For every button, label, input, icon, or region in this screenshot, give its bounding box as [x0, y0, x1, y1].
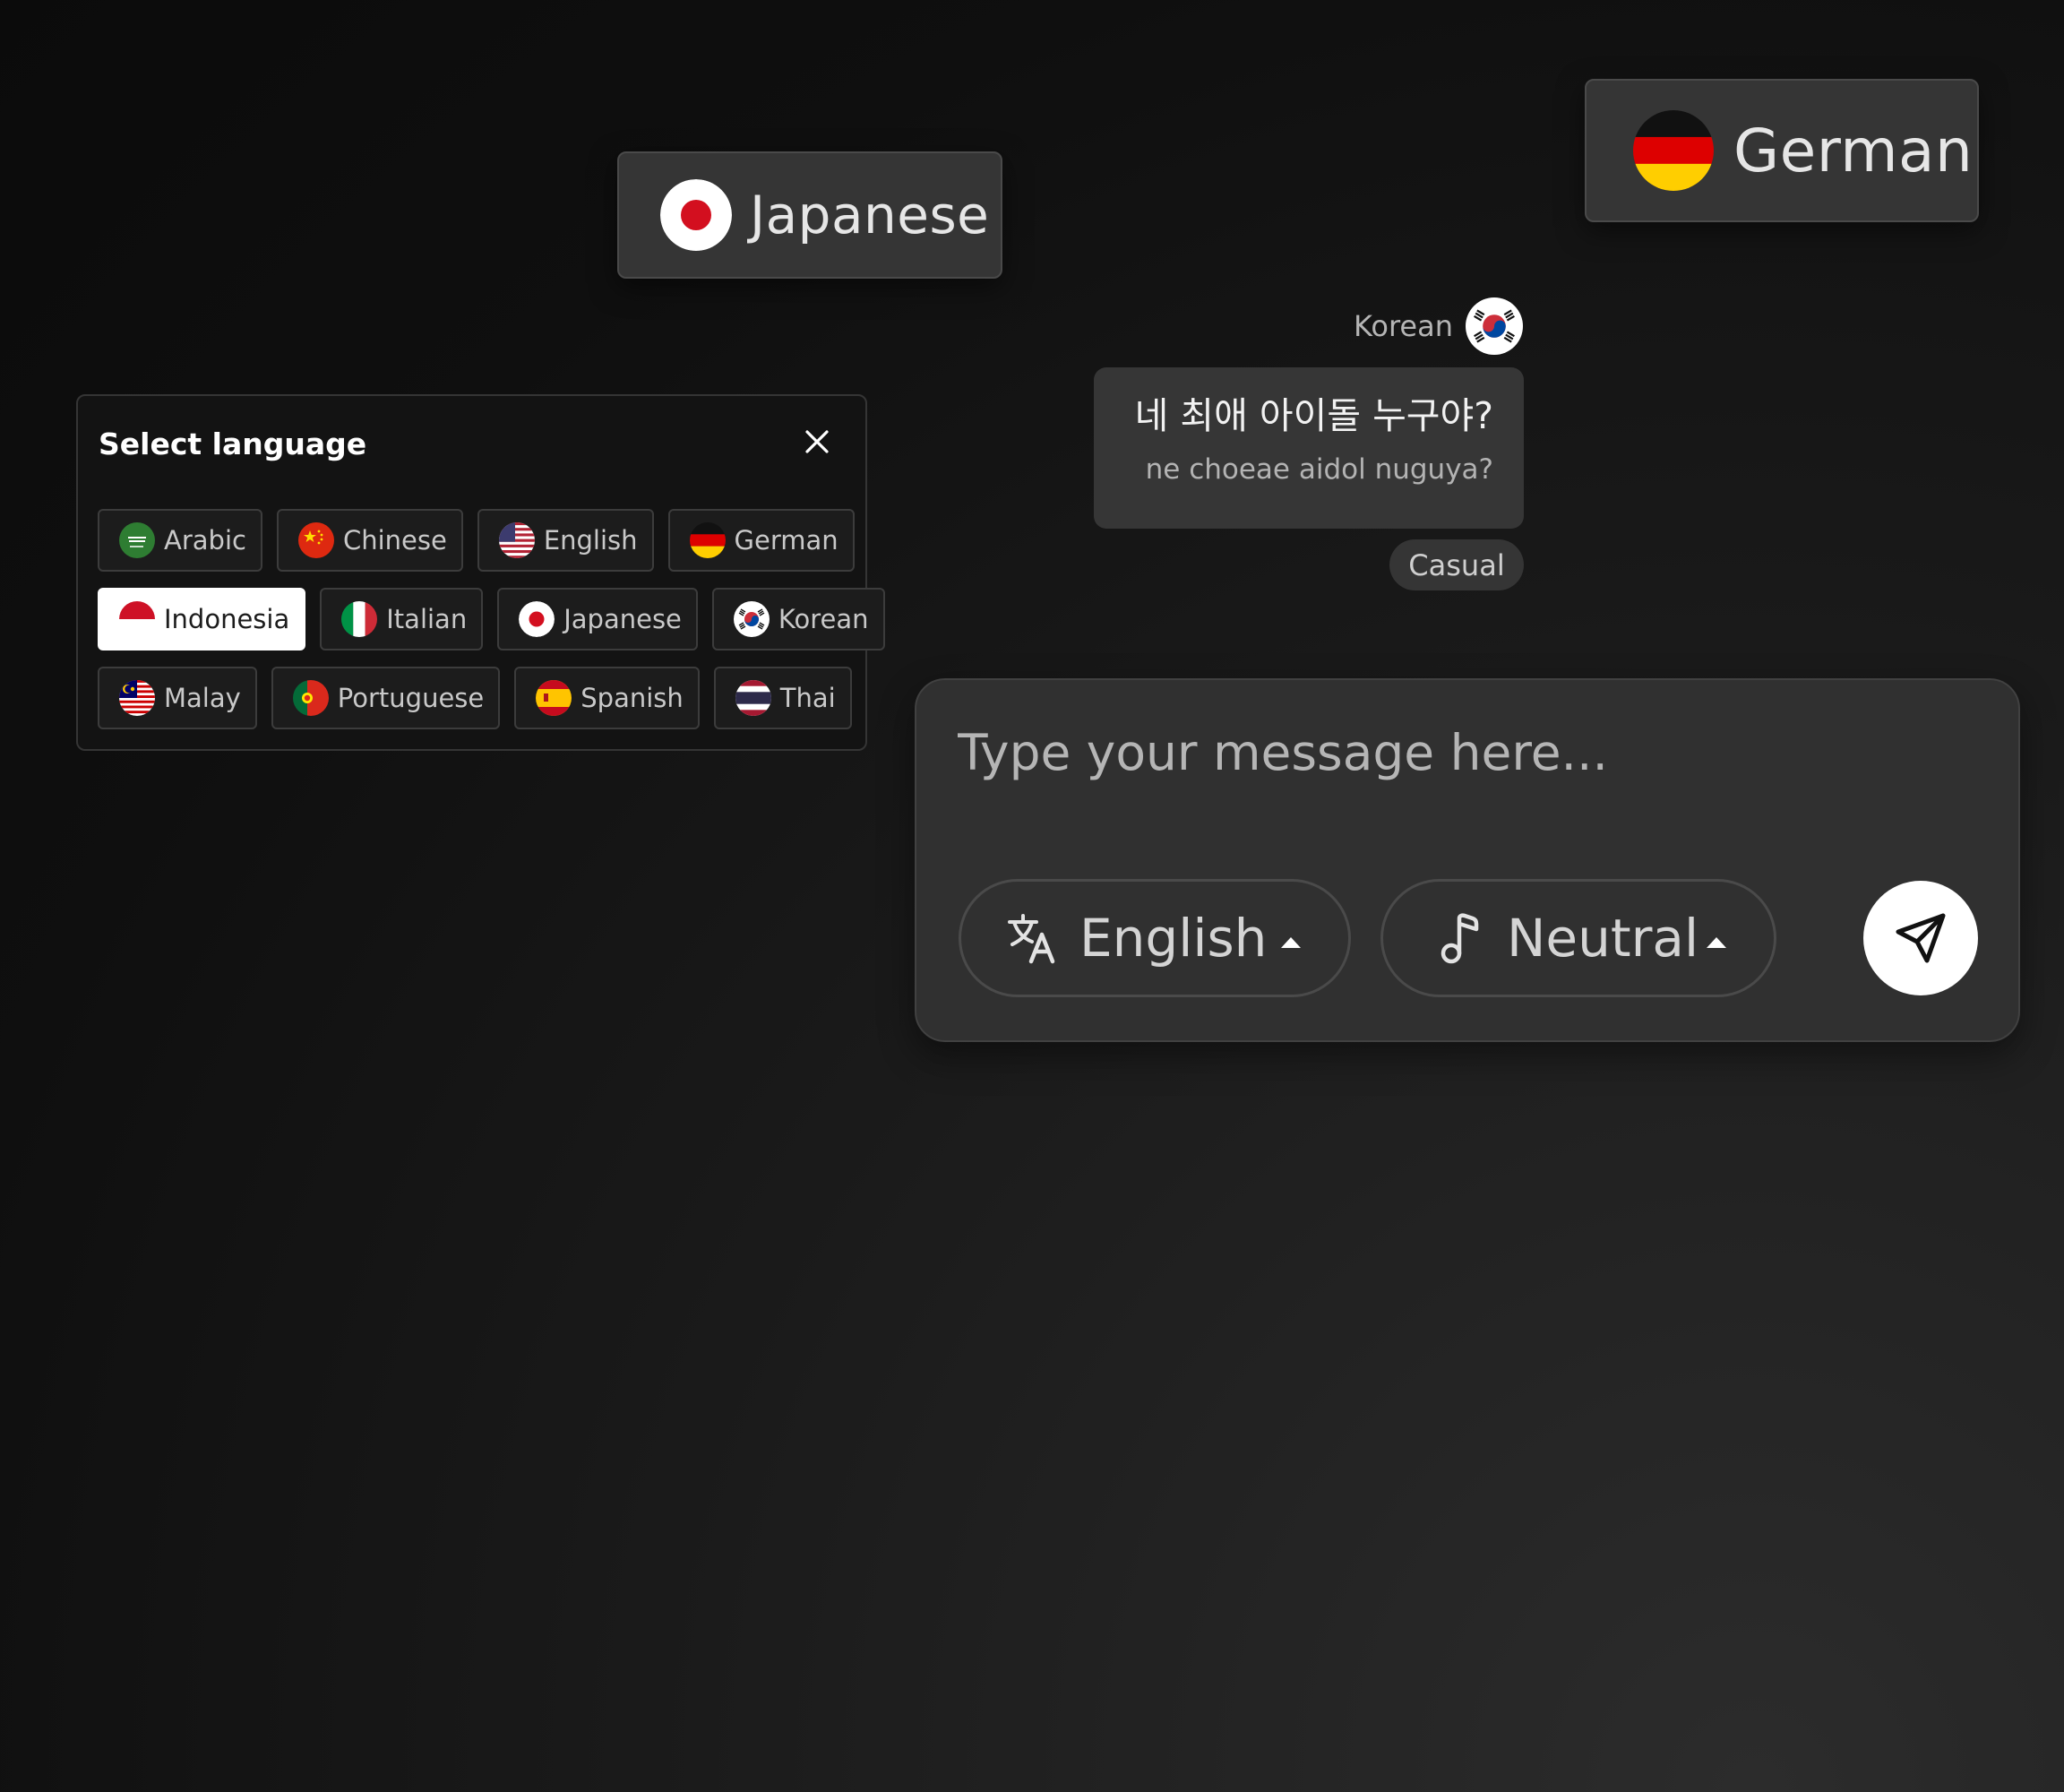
floating-chip-german: German [1585, 79, 1979, 222]
floating-chip-japanese: Japanese [617, 151, 1002, 279]
japan-flag-icon [519, 601, 555, 637]
language-option-label: Thai [779, 683, 836, 713]
language-option-japanese[interactable]: Japanese [497, 588, 698, 650]
language-option-thai[interactable]: Thai [713, 667, 852, 729]
south-korea-flag-icon [733, 601, 770, 637]
portugal-flag-icon [292, 680, 329, 716]
language-option-chinese[interactable]: Chinese [276, 509, 463, 572]
message-bubble: 네 최애 아이돌 누구야? ne choeae aidol nuguya? [1094, 367, 1524, 529]
language-option-indonesia[interactable]: Indonesia [98, 588, 306, 650]
italy-flag-icon [341, 601, 378, 637]
saudi-arabia-flag-icon [119, 522, 155, 558]
language-row: Malay Portuguese Spanish Thai [98, 667, 852, 729]
message-language: Korean [1335, 296, 1523, 357]
malaysia-flag-icon [119, 680, 155, 716]
language-option-english[interactable]: English [477, 509, 654, 572]
indonesia-flag-icon [119, 601, 155, 637]
message-language-label: Korean [1354, 309, 1453, 343]
south-korea-flag-icon [1466, 297, 1523, 355]
tone-button[interactable]: Neutral [1380, 879, 1776, 997]
usa-flag-icon [498, 522, 535, 558]
language-option-label: English [543, 525, 638, 556]
panel-title: Select language [99, 426, 367, 461]
target-language-button[interactable]: English [959, 879, 1351, 997]
close-icon[interactable] [802, 426, 832, 457]
floating-chip-label: German [1733, 116, 1974, 185]
music-note-icon [1433, 911, 1485, 965]
language-option-label: Malay [164, 683, 241, 713]
select-language-panel: Select language Arabic Chinese English G… [76, 394, 885, 751]
language-option-label: Portuguese [337, 683, 485, 713]
language-option-italian[interactable]: Italian [320, 588, 484, 650]
language-option-arabic[interactable]: Arabic [98, 509, 262, 572]
germany-flag-icon [1633, 110, 1714, 191]
language-option-label: Italian [386, 604, 468, 634]
send-icon [1896, 913, 1946, 963]
language-option-malay[interactable]: Malay [98, 667, 257, 729]
send-button[interactable] [1863, 881, 1978, 995]
language-option-label: Chinese [342, 525, 447, 556]
language-option-label: Korean [778, 604, 869, 634]
china-flag-icon [297, 522, 334, 558]
language-option-label: Spanish [580, 683, 684, 713]
language-option-label: Arabic [164, 525, 246, 556]
message-text: 네 최애 아이돌 누구야? [1134, 394, 1493, 437]
message-input[interactable] [956, 716, 1945, 789]
language-option-label: Japanese [563, 604, 682, 634]
floating-chip-label: Japanese [750, 185, 990, 246]
spain-flag-icon [536, 680, 572, 716]
language-option-korean[interactable]: Korean [711, 588, 885, 650]
germany-flag-icon [689, 522, 726, 558]
language-option-portuguese[interactable]: Portuguese [271, 667, 501, 729]
language-row: Indonesia Italian Japanese Korean [98, 588, 885, 650]
caret-up-icon [1280, 935, 1302, 948]
message-romanization: ne choeae aidol nuguya? [1145, 453, 1493, 486]
thailand-flag-icon [735, 680, 771, 716]
language-option-label: German [734, 525, 838, 556]
language-row: Arabic Chinese English German [98, 509, 855, 572]
message-composer: English Neutral [915, 678, 2020, 1042]
translate-icon [1006, 911, 1058, 965]
target-language-label: English [1079, 908, 1268, 969]
tone-badge: Casual [1389, 539, 1524, 590]
language-option-spanish[interactable]: Spanish [514, 667, 700, 729]
language-option-german[interactable]: German [667, 509, 855, 572]
japan-flag-icon [660, 179, 732, 251]
tone-label: Neutral [1507, 908, 1699, 969]
caret-up-icon [1706, 935, 1727, 948]
language-option-label: Indonesia [164, 604, 290, 634]
